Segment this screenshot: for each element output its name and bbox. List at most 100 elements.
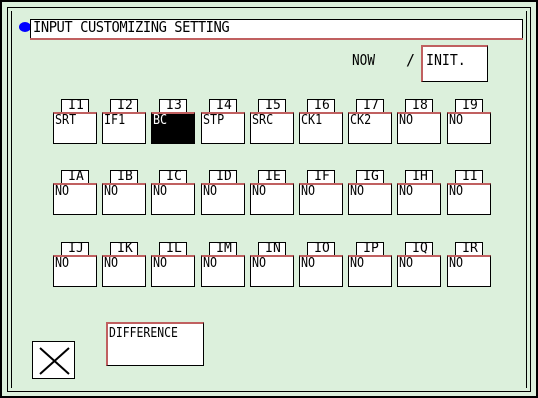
close-button[interactable]: [32, 341, 75, 379]
input-cell-i8[interactable]: I8 NO: [397, 98, 441, 144]
input-cell-body: NO: [102, 255, 146, 287]
border-left-inner: [7, 7, 8, 392]
input-cell-tab: I6: [307, 98, 335, 113]
init-button[interactable]: INIT.: [421, 45, 488, 82]
input-cell-ii[interactable]: II NO: [447, 169, 491, 215]
difference-button[interactable]: DIFFERENCE: [106, 322, 204, 366]
input-cell-body: NO: [447, 112, 491, 144]
input-cell-value: NO: [399, 256, 414, 271]
input-cell-value: NO: [104, 184, 119, 199]
input-cell-value: BC: [153, 113, 168, 128]
input-cell-in[interactable]: IN NO: [250, 241, 294, 287]
input-cell-value: STP: [203, 113, 225, 128]
border-top-outer: [0, 0, 538, 2]
input-cell-body: NO: [397, 183, 441, 215]
input-cell-value: NO: [153, 184, 168, 199]
input-cell-ih[interactable]: IH NO: [397, 169, 441, 215]
input-cell-il[interactable]: IL NO: [151, 241, 195, 287]
input-cell-body: NO: [102, 183, 146, 215]
input-cell-ib[interactable]: IB NO: [102, 169, 146, 215]
input-cell-body: NO: [53, 183, 97, 215]
input-cell-i2[interactable]: I2 IF1: [102, 98, 146, 144]
input-cell-i5[interactable]: I5 SRC: [250, 98, 294, 144]
input-cell-ij[interactable]: IJ NO: [53, 241, 97, 287]
input-cell-i6[interactable]: I6 CK1: [299, 98, 343, 144]
input-cell-value: NO: [55, 256, 70, 271]
input-cell-tab: II: [455, 169, 483, 184]
input-cell-tab: IO: [307, 241, 335, 256]
input-cell-body: STP: [201, 112, 245, 144]
border-bottom-inner: [7, 391, 531, 392]
input-cell-body: BC: [151, 112, 195, 144]
input-cell-value: NO: [449, 113, 464, 128]
input-cell-i7[interactable]: I7 CK2: [348, 98, 392, 144]
input-cell-value: NO: [104, 256, 119, 271]
input-cell-if[interactable]: IF NO: [299, 169, 343, 215]
input-cell-ik[interactable]: IK NO: [102, 241, 146, 287]
input-cell-ir[interactable]: IR NO: [447, 241, 491, 287]
input-cell-body: NO: [348, 255, 392, 287]
input-cell-tab: I8: [405, 98, 433, 113]
input-cell-tab: I1: [61, 98, 89, 113]
input-cell-value: NO: [449, 184, 464, 199]
input-cell-value: SRC: [252, 113, 274, 128]
input-cell-value: NO: [350, 184, 365, 199]
input-cell-value: SRT: [55, 113, 77, 128]
input-cell-value: CK1: [301, 113, 323, 128]
input-cell-value: CK2: [350, 113, 372, 128]
input-cell-body: NO: [397, 255, 441, 287]
input-cell-value: IF1: [104, 113, 126, 128]
border-top-inner: [7, 7, 531, 8]
input-cell-tab: IQ: [405, 241, 433, 256]
input-cell-im[interactable]: IM NO: [201, 241, 245, 287]
input-cell-tab: I4: [209, 98, 237, 113]
border-left-extra: [11, 11, 12, 388]
input-cell-ip[interactable]: IP NO: [348, 241, 392, 287]
input-cell-body: NO: [250, 183, 294, 215]
close-x-icon: [39, 347, 70, 375]
input-cell-body: CK1: [299, 112, 343, 144]
input-cell-tab: I9: [455, 98, 483, 113]
input-cell-tab: IN: [258, 241, 286, 256]
input-cell-body: NO: [201, 255, 245, 287]
input-cell-tab: IC: [159, 169, 187, 184]
input-cell-tab: IM: [209, 241, 237, 256]
init-label: INIT.: [426, 51, 466, 69]
input-cell-i3[interactable]: I3 BC: [151, 98, 195, 144]
input-cell-tab: IF: [307, 169, 335, 184]
input-cell-tab: IH: [405, 169, 433, 184]
input-cell-ic[interactable]: IC NO: [151, 169, 195, 215]
page-title: INPUT CUSTOMIZING SETTING: [33, 18, 230, 36]
input-cell-body: CK2: [348, 112, 392, 144]
input-cell-body: NO: [201, 183, 245, 215]
input-cell-tab: IE: [258, 169, 286, 184]
input-cell-ie[interactable]: IE NO: [250, 169, 294, 215]
input-cell-tab: I7: [356, 98, 384, 113]
input-cell-value: NO: [350, 256, 365, 271]
input-cell-value: NO: [252, 256, 267, 271]
input-cell-body: NO: [151, 183, 195, 215]
input-cell-value: NO: [399, 184, 414, 199]
input-cell-io[interactable]: IO NO: [299, 241, 343, 287]
title-underline: [30, 38, 523, 40]
input-cell-body: NO: [53, 255, 97, 287]
input-cell-tab: I5: [258, 98, 286, 113]
input-cell-iq[interactable]: IQ NO: [397, 241, 441, 287]
input-cell-ia[interactable]: IA NO: [53, 169, 97, 215]
input-cell-body: NO: [348, 183, 392, 215]
border-right-inner: [530, 7, 531, 392]
input-cell-tab: IG: [356, 169, 384, 184]
input-cell-tab: I3: [159, 98, 187, 113]
input-cell-tab: ID: [209, 169, 237, 184]
input-cell-value: NO: [399, 113, 414, 128]
input-cell-i4[interactable]: I4 STP: [201, 98, 245, 144]
input-cell-tab: IJ: [61, 241, 89, 256]
input-cell-value: NO: [301, 256, 316, 271]
input-cell-value: NO: [449, 256, 464, 271]
input-cell-i9[interactable]: I9 NO: [447, 98, 491, 144]
input-cell-ig[interactable]: IG NO: [348, 169, 392, 215]
input-cell-i1[interactable]: I1 SRT: [53, 98, 97, 144]
input-cell-body: NO: [299, 183, 343, 215]
input-cell-id[interactable]: ID NO: [201, 169, 245, 215]
input-cell-tab: IK: [110, 241, 138, 256]
